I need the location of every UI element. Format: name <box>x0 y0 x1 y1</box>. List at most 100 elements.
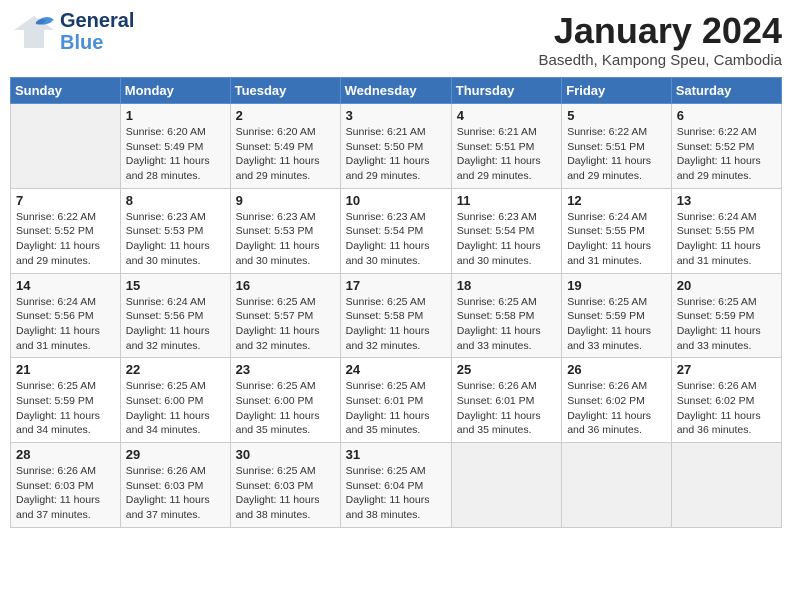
day-number: 10 <box>346 193 446 208</box>
day-info: Sunrise: 6:25 AMSunset: 6:03 PMDaylight:… <box>236 464 335 523</box>
day-number: 25 <box>457 362 556 377</box>
day-info: Sunrise: 6:20 AMSunset: 5:49 PMDaylight:… <box>126 125 225 184</box>
calendar-table: SundayMondayTuesdayWednesdayThursdayFrid… <box>10 77 782 528</box>
day-number: 3 <box>346 108 446 123</box>
day-info: Sunrise: 6:21 AMSunset: 5:50 PMDaylight:… <box>346 125 446 184</box>
day-number: 30 <box>236 447 335 462</box>
day-info: Sunrise: 6:25 AMSunset: 5:59 PMDaylight:… <box>677 295 776 354</box>
day-info: Sunrise: 6:23 AMSunset: 5:53 PMDaylight:… <box>126 210 225 269</box>
day-info: Sunrise: 6:20 AMSunset: 5:49 PMDaylight:… <box>236 125 335 184</box>
calendar-day-cell: 19 Sunrise: 6:25 AMSunset: 5:59 PMDayligh… <box>562 273 672 358</box>
day-number: 1 <box>126 108 225 123</box>
calendar-day-cell: 11 Sunrise: 6:23 AMSunset: 5:54 PMDayligh… <box>451 188 561 273</box>
calendar-day-cell: 14Sunrise: 6:24 AMSunset: 5:56 PMDayligh… <box>11 273 121 358</box>
calendar-week-row: 7Sunrise: 6:22 AMSunset: 5:52 PMDaylight… <box>11 188 782 273</box>
location: Basedth, Kampong Speu, Cambodia <box>539 52 783 69</box>
day-info: Sunrise: 6:22 AMSunset: 5:52 PMDaylight:… <box>677 125 776 184</box>
calendar-day-cell: 12 Sunrise: 6:24 AMSunset: 5:55 PMDayligh… <box>562 188 672 273</box>
calendar-day-cell: 21Sunrise: 6:25 AMSunset: 5:59 PMDayligh… <box>11 358 121 443</box>
day-info: Sunrise: 6:26 AMSunset: 6:03 PMDaylight:… <box>16 464 115 523</box>
calendar-day-cell <box>671 443 781 528</box>
day-number: 9 <box>236 193 335 208</box>
day-info: Sunrise: 6:23 AMSunset: 5:54 PMDaylight:… <box>457 210 556 269</box>
day-info: Sunrise: 6:23 AMSunset: 5:53 PMDaylight:… <box>236 210 335 269</box>
calendar-header-day: Monday <box>120 78 230 104</box>
calendar-header: SundayMondayTuesdayWednesdayThursdayFrid… <box>11 78 782 104</box>
day-number: 8 <box>126 193 225 208</box>
calendar-header-day: Sunday <box>11 78 121 104</box>
day-info: Sunrise: 6:23 AMSunset: 5:54 PMDaylight:… <box>346 210 446 269</box>
title-block: January 2024 Basedth, Kampong Speu, Camb… <box>539 10 783 69</box>
day-number: 29 <box>126 447 225 462</box>
day-number: 16 <box>236 278 335 293</box>
calendar-day-cell <box>451 443 561 528</box>
day-info: Sunrise: 6:26 AMSunset: 6:02 PMDaylight:… <box>567 379 666 438</box>
calendar-day-cell: 4Sunrise: 6:21 AMSunset: 5:51 PMDaylight… <box>451 104 561 189</box>
calendar-week-row: 28 Sunrise: 6:26 AMSunset: 6:03 PMDayligh… <box>11 443 782 528</box>
day-info: Sunrise: 6:24 AMSunset: 5:55 PMDaylight:… <box>677 210 776 269</box>
day-info: Sunrise: 6:22 AMSunset: 5:52 PMDaylight:… <box>16 210 115 269</box>
day-info: Sunrise: 6:25 AMSunset: 5:58 PMDaylight:… <box>346 295 446 354</box>
day-info: Sunrise: 6:25 AMSunset: 5:59 PMDaylight:… <box>567 295 666 354</box>
calendar-day-cell: 26 Sunrise: 6:26 AMSunset: 6:02 PMDayligh… <box>562 358 672 443</box>
day-number: 12 <box>567 193 666 208</box>
logo-blue: Blue <box>60 32 134 54</box>
logo-bird-icon <box>10 12 58 52</box>
day-number: 6 <box>677 108 776 123</box>
calendar-day-cell: 16 Sunrise: 6:25 AMSunset: 5:57 PMDayligh… <box>230 273 340 358</box>
calendar-day-cell <box>11 104 121 189</box>
day-number: 2 <box>236 108 335 123</box>
day-info: Sunrise: 6:24 AMSunset: 5:55 PMDaylight:… <box>567 210 666 269</box>
day-info: Sunrise: 6:25 AMSunset: 6:00 PMDaylight:… <box>126 379 225 438</box>
calendar-header-day: Saturday <box>671 78 781 104</box>
day-number: 22 <box>126 362 225 377</box>
day-number: 13 <box>677 193 776 208</box>
calendar-day-cell: 9 Sunrise: 6:23 AMSunset: 5:53 PMDaylight… <box>230 188 340 273</box>
day-number: 31 <box>346 447 446 462</box>
day-number: 23 <box>236 362 335 377</box>
day-number: 24 <box>346 362 446 377</box>
day-info: Sunrise: 6:25 AMSunset: 6:00 PMDaylight:… <box>236 379 335 438</box>
calendar-week-row: 1 Sunrise: 6:20 AMSunset: 5:49 PMDaylight… <box>11 104 782 189</box>
day-info: Sunrise: 6:24 AMSunset: 5:56 PMDaylight:… <box>16 295 115 354</box>
calendar-day-cell: 28 Sunrise: 6:26 AMSunset: 6:03 PMDayligh… <box>11 443 121 528</box>
calendar-header-day: Tuesday <box>230 78 340 104</box>
calendar-day-cell: 1 Sunrise: 6:20 AMSunset: 5:49 PMDaylight… <box>120 104 230 189</box>
day-number: 18 <box>457 278 556 293</box>
day-info: Sunrise: 6:26 AMSunset: 6:02 PMDaylight:… <box>677 379 776 438</box>
day-number: 5 <box>567 108 666 123</box>
calendar-day-cell: 30 Sunrise: 6:25 AMSunset: 6:03 PMDayligh… <box>230 443 340 528</box>
calendar-week-row: 21Sunrise: 6:25 AMSunset: 5:59 PMDayligh… <box>11 358 782 443</box>
day-info: Sunrise: 6:26 AMSunset: 6:03 PMDaylight:… <box>126 464 225 523</box>
calendar-day-cell: 25 Sunrise: 6:26 AMSunset: 6:01 PMDayligh… <box>451 358 561 443</box>
calendar-day-cell <box>562 443 672 528</box>
calendar-week-row: 14Sunrise: 6:24 AMSunset: 5:56 PMDayligh… <box>11 273 782 358</box>
calendar-day-cell: 3 Sunrise: 6:21 AMSunset: 5:50 PMDaylight… <box>340 104 451 189</box>
calendar-day-cell: 27 Sunrise: 6:26 AMSunset: 6:02 PMDayligh… <box>671 358 781 443</box>
calendar-day-cell: 18Sunrise: 6:25 AMSunset: 5:58 PMDayligh… <box>451 273 561 358</box>
logo: General Blue <box>10 10 134 54</box>
day-info: Sunrise: 6:25 AMSunset: 5:57 PMDaylight:… <box>236 295 335 354</box>
day-number: 19 <box>567 278 666 293</box>
day-info: Sunrise: 6:24 AMSunset: 5:56 PMDaylight:… <box>126 295 225 354</box>
calendar-day-cell: 29 Sunrise: 6:26 AMSunset: 6:03 PMDayligh… <box>120 443 230 528</box>
calendar-day-cell: 8 Sunrise: 6:23 AMSunset: 5:53 PMDaylight… <box>120 188 230 273</box>
day-number: 11 <box>457 193 556 208</box>
calendar-day-cell: 24Sunrise: 6:25 AMSunset: 6:01 PMDayligh… <box>340 358 451 443</box>
calendar-day-cell: 6 Sunrise: 6:22 AMSunset: 5:52 PMDaylight… <box>671 104 781 189</box>
day-info: Sunrise: 6:21 AMSunset: 5:51 PMDaylight:… <box>457 125 556 184</box>
day-info: Sunrise: 6:26 AMSunset: 6:01 PMDaylight:… <box>457 379 556 438</box>
calendar-day-cell: 15 Sunrise: 6:24 AMSunset: 5:56 PMDayligh… <box>120 273 230 358</box>
calendar-header-day: Friday <box>562 78 672 104</box>
calendar-header-day: Wednesday <box>340 78 451 104</box>
day-number: 28 <box>16 447 115 462</box>
day-number: 26 <box>567 362 666 377</box>
calendar-day-cell: 7Sunrise: 6:22 AMSunset: 5:52 PMDaylight… <box>11 188 121 273</box>
day-info: Sunrise: 6:25 AMSunset: 6:04 PMDaylight:… <box>346 464 446 523</box>
day-number: 15 <box>126 278 225 293</box>
calendar-day-cell: 20Sunrise: 6:25 AMSunset: 5:59 PMDayligh… <box>671 273 781 358</box>
calendar-day-cell: 31 Sunrise: 6:25 AMSunset: 6:04 PMDayligh… <box>340 443 451 528</box>
day-number: 27 <box>677 362 776 377</box>
calendar-day-cell: 13 Sunrise: 6:24 AMSunset: 5:55 PMDayligh… <box>671 188 781 273</box>
calendar-header-day: Thursday <box>451 78 561 104</box>
